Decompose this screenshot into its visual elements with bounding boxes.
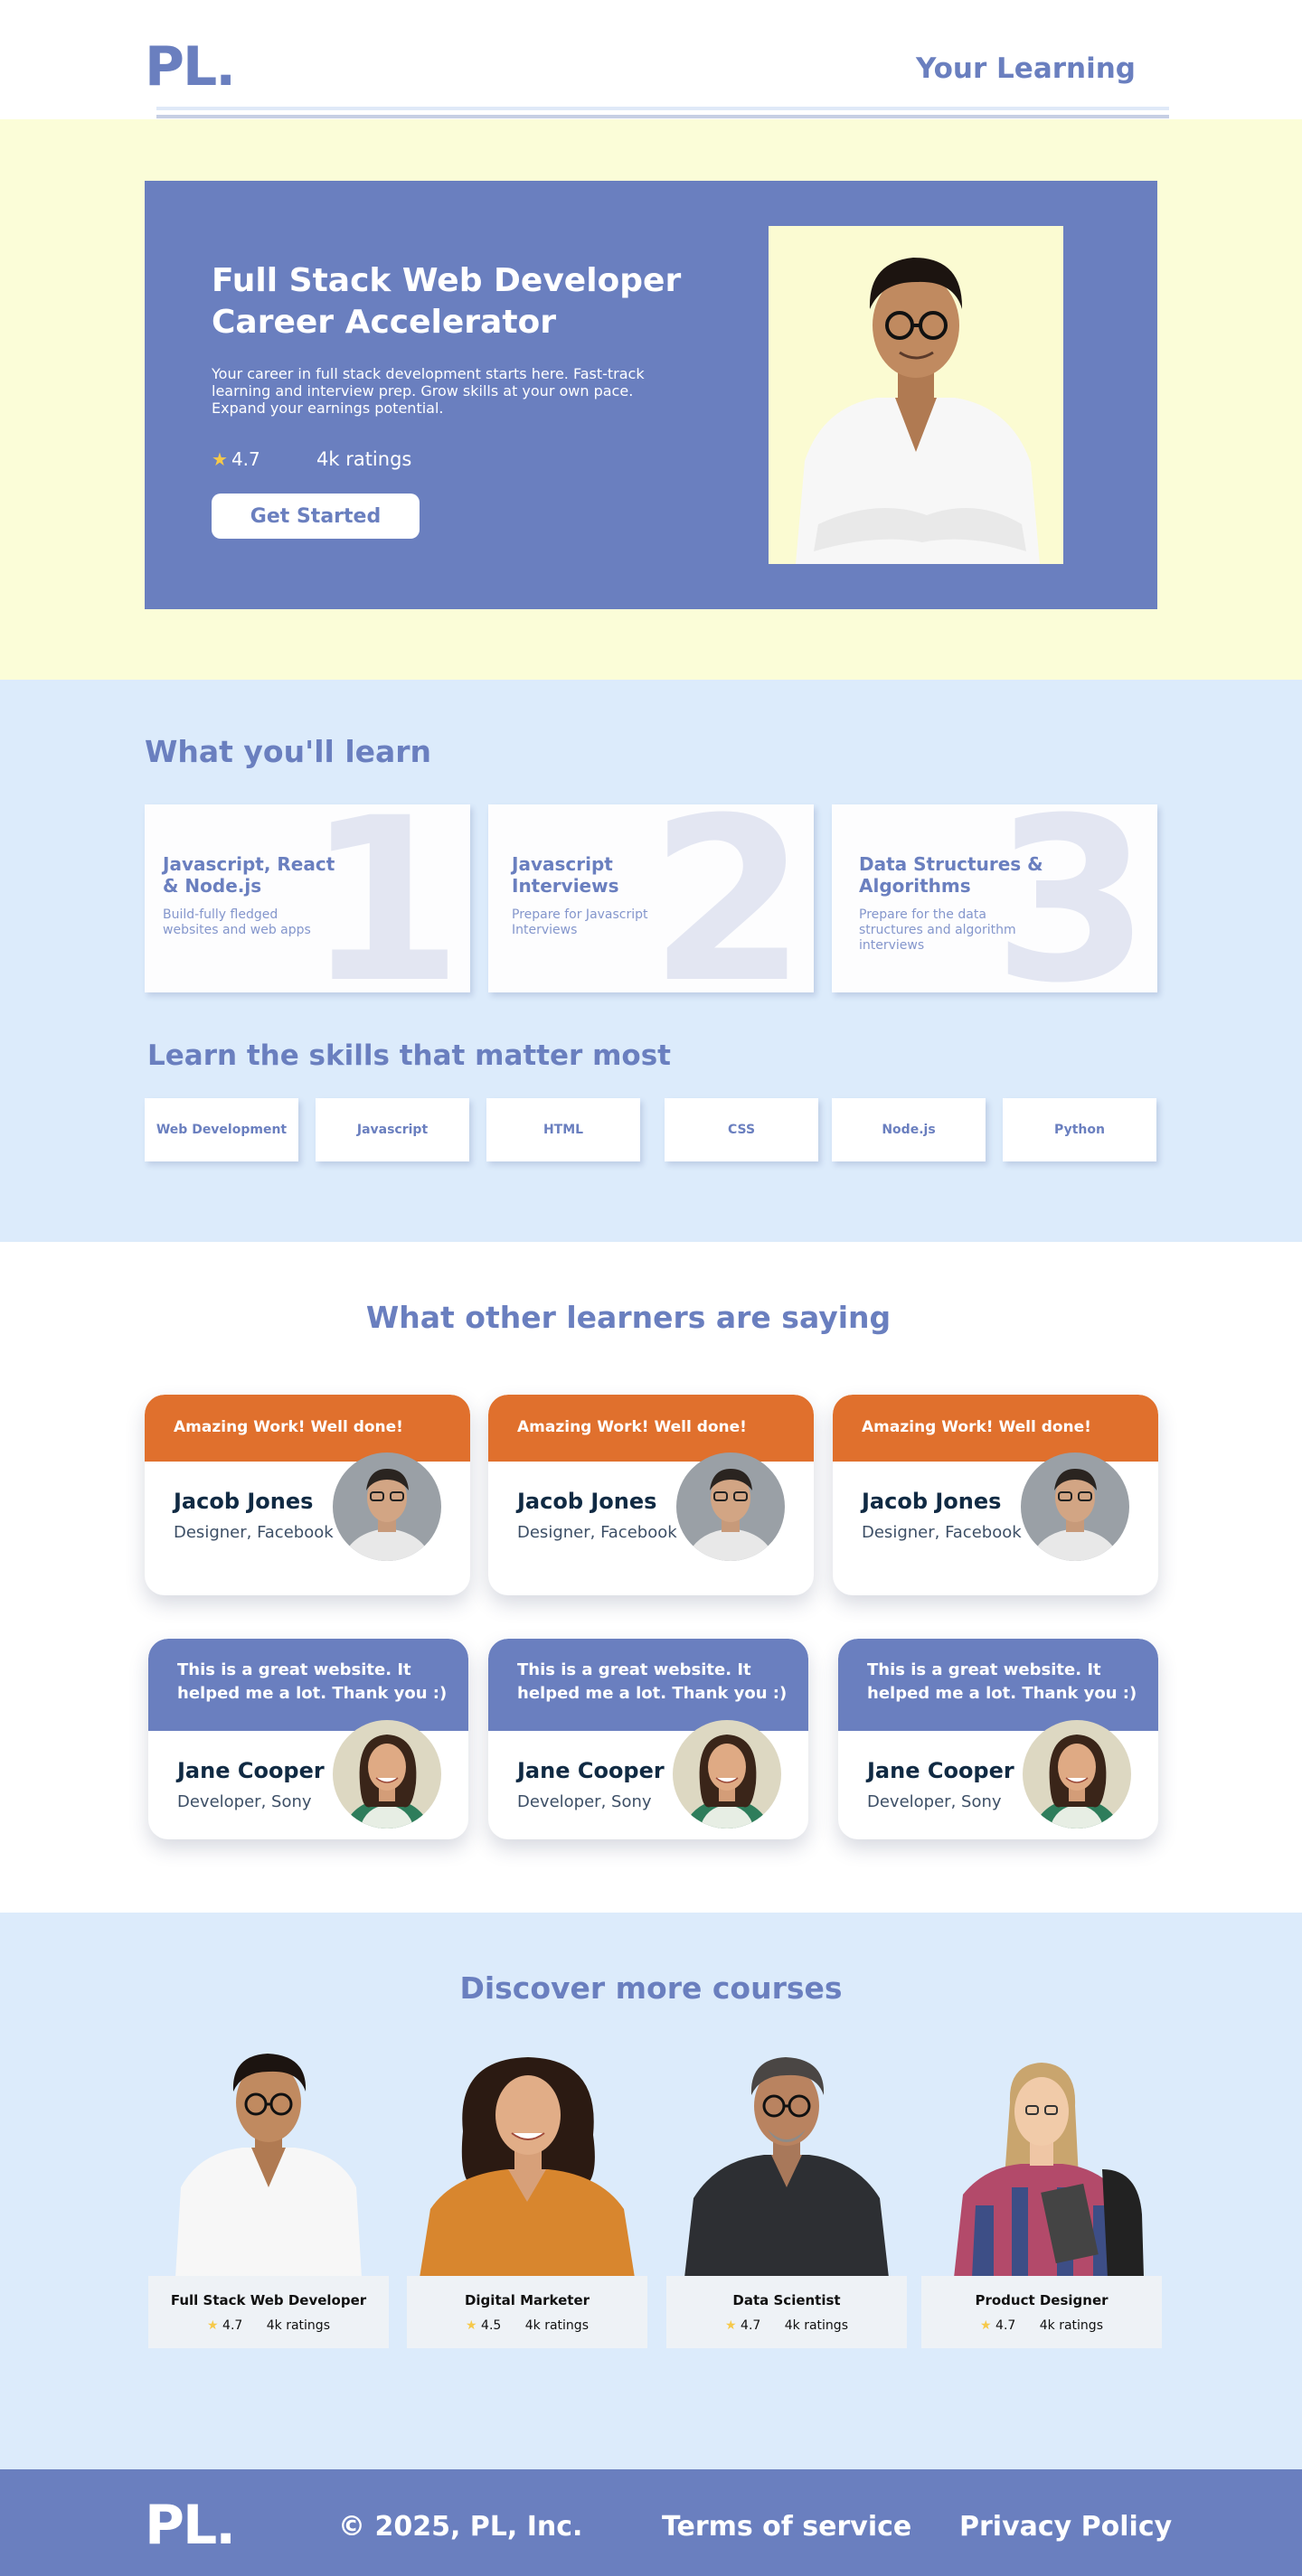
course-card[interactable]: Data Scientist ★ 4.7 4k ratings: [666, 2276, 907, 2348]
learn-card-title: Javascript, React & Node.js: [163, 853, 335, 897]
testimonial-card: This is a great website. It helped me a …: [148, 1639, 468, 1839]
course-title: Product Designer: [975, 2292, 1109, 2308]
learn-card-title: Data Structures & Algorithms: [859, 853, 1043, 897]
skill-chip-web-development[interactable]: Web Development: [145, 1098, 298, 1161]
skill-chip-javascript[interactable]: Javascript: [316, 1098, 469, 1161]
avatar: [333, 1453, 441, 1561]
course-rating: ★ 4.5 4k ratings: [407, 2318, 647, 2333]
hero-description: Your career in full stack development st…: [212, 365, 645, 417]
testimonial-name: Jane Cooper: [867, 1758, 1014, 1783]
hero-title: Full Stack Web Developer Career Accelera…: [212, 262, 682, 341]
testimonial-role: Designer, Facebook: [517, 1523, 677, 1542]
testimonial-quote: Amazing Work! Well done!: [833, 1395, 1158, 1462]
course-title: Full Stack Web Developer: [170, 2292, 367, 2308]
testimonial-card: Amazing Work! Well done! Jacob Jones Des…: [833, 1395, 1158, 1595]
get-started-button[interactable]: Get Started: [212, 494, 420, 539]
course-card[interactable]: Product Designer ★ 4.7 4k ratings: [921, 2276, 1162, 2348]
course-ratings-count: 4k ratings: [266, 2318, 330, 2333]
learn-card-description: Prepare for Javascript Interviews: [512, 907, 648, 937]
footer-logo[interactable]: PL.: [145, 2498, 236, 2552]
course-rating-value: 4.7: [741, 2318, 761, 2333]
course-rating-value: 4.7: [995, 2318, 1016, 2333]
testimonial-role: Developer, Sony: [867, 1792, 1002, 1811]
learn-card-number: 3: [993, 804, 1150, 992]
avatar: [1021, 1453, 1129, 1561]
avatar: [1023, 1720, 1131, 1829]
site-footer: PL. © 2025, PL, Inc. Terms of service Pr…: [0, 2469, 1302, 2576]
testimonial-card: This is a great website. It helped me a …: [838, 1639, 1158, 1839]
learn-card-title: Javascript Interviews: [512, 853, 619, 897]
course-rating-value: 4.5: [481, 2318, 502, 2333]
course-card[interactable]: Full Stack Web Developer ★ 4.7 4k rating…: [148, 2276, 389, 2348]
hero-instructor-photo: [769, 226, 1063, 564]
testimonial-quote: Amazing Work! Well done!: [488, 1395, 814, 1462]
testimonial-quote: Amazing Work! Well done!: [145, 1395, 470, 1462]
skill-chip-css[interactable]: CSS: [665, 1098, 818, 1161]
course-instructor-photo[interactable]: [407, 2052, 647, 2278]
hero-ratings-count: 4k ratings: [316, 448, 412, 470]
star-icon: ★: [725, 2318, 737, 2333]
header-divider-shadow: [156, 115, 1169, 118]
testimonial-card: This is a great website. It helped me a …: [488, 1639, 808, 1839]
testimonial-role: Designer, Facebook: [174, 1523, 334, 1542]
site-logo[interactable]: PL.: [145, 40, 236, 94]
course-rating: ★ 4.7 4k ratings: [148, 2318, 389, 2333]
testimonial-name: Jacob Jones: [862, 1489, 1002, 1514]
footer-copyright: © 2025, PL, Inc.: [338, 2511, 583, 2543]
learn-card-number: 2: [649, 804, 807, 992]
nav-your-learning-link[interactable]: Your Learning: [916, 52, 1136, 85]
course-title: Digital Marketer: [464, 2292, 590, 2308]
avatar: [673, 1720, 781, 1829]
testimonial-quote: This is a great website. It helped me a …: [148, 1639, 468, 1731]
course-rating: ★ 4.7 4k ratings: [921, 2318, 1162, 2333]
learn-card-number: 1: [306, 804, 463, 992]
testimonial-name: Jacob Jones: [174, 1489, 314, 1514]
course-instructor-photo[interactable]: [666, 2052, 907, 2278]
skill-chip-python[interactable]: Python: [1003, 1098, 1156, 1161]
testimonial-role: Developer, Sony: [517, 1792, 652, 1811]
discover-heading: Discover more courses: [459, 1970, 843, 2006]
testimonial-quote: This is a great website. It helped me a …: [488, 1639, 808, 1731]
star-icon: ★: [212, 448, 228, 470]
testimonial-role: Designer, Facebook: [862, 1523, 1022, 1542]
testimonial-quote: This is a great website. It helped me a …: [838, 1639, 1158, 1731]
star-icon: ★: [980, 2318, 992, 2333]
header-divider: [156, 107, 1169, 110]
testimonial-role: Developer, Sony: [177, 1792, 312, 1811]
hero-card: Full Stack Web Developer Career Accelera…: [145, 181, 1157, 609]
course-card[interactable]: Digital Marketer ★ 4.5 4k ratings: [407, 2276, 647, 2348]
hero-rating-value: 4.7: [231, 448, 260, 470]
testimonials-heading: What other learners are saying: [365, 1300, 892, 1335]
course-ratings-count: 4k ratings: [1039, 2318, 1103, 2333]
learn-card-description: Prepare for the data structures and algo…: [859, 907, 1016, 953]
testimonial-card: Amazing Work! Well done! Jacob Jones Des…: [145, 1395, 470, 1595]
testimonial-card: Amazing Work! Well done! Jacob Jones Des…: [488, 1395, 814, 1595]
course-title: Data Scientist: [732, 2292, 841, 2308]
hero-rating: ★ 4.7: [212, 448, 260, 470]
learn-heading: What you'll learn: [145, 734, 432, 769]
testimonial-name: Jacob Jones: [517, 1489, 657, 1514]
learn-card: 2 Javascript Interviews Prepare for Java…: [488, 804, 814, 992]
course-rating-value: 4.7: [222, 2318, 243, 2333]
testimonial-name: Jane Cooper: [517, 1758, 665, 1783]
skill-chip-nodejs[interactable]: Node.js: [832, 1098, 986, 1161]
course-ratings-count: 4k ratings: [784, 2318, 848, 2333]
course-ratings-count: 4k ratings: [524, 2318, 589, 2333]
course-rating: ★ 4.7 4k ratings: [666, 2318, 907, 2333]
skill-chip-html[interactable]: HTML: [486, 1098, 640, 1161]
privacy-policy-link[interactable]: Privacy Policy: [959, 2511, 1172, 2543]
testimonial-name: Jane Cooper: [177, 1758, 325, 1783]
learn-card: 1 Javascript, React & Node.js Build-full…: [145, 804, 470, 992]
star-icon: ★: [207, 2318, 219, 2333]
course-instructor-photo[interactable]: [921, 2052, 1162, 2278]
star-icon: ★: [466, 2318, 477, 2333]
avatar: [676, 1453, 785, 1561]
skills-heading: Learn the skills that matter most: [147, 1039, 671, 1072]
site-header: PL. Your Learning: [0, 0, 1302, 119]
avatar: [333, 1720, 441, 1829]
course-instructor-photo[interactable]: [148, 2052, 389, 2278]
terms-of-service-link[interactable]: Terms of service: [662, 2511, 911, 2543]
learn-card-description: Build-fully fledged websites and web app…: [163, 907, 311, 937]
learn-card: 3 Data Structures & Algorithms Prepare f…: [832, 804, 1157, 992]
